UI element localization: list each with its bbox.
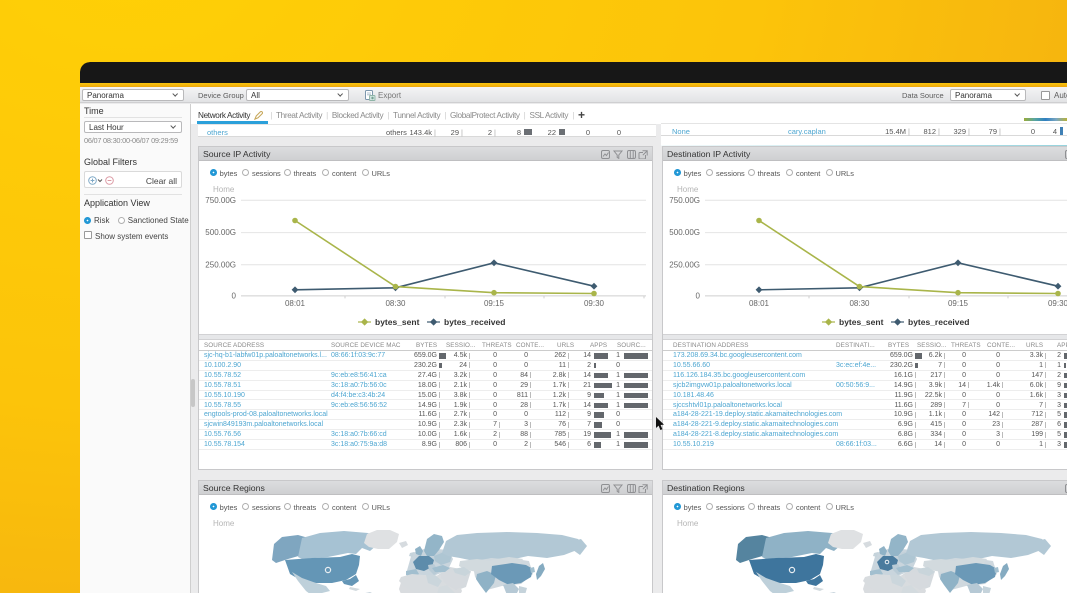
svg-text:09:30: 09:30 — [1048, 299, 1067, 308]
svg-text:500.00G: 500.00G — [205, 228, 236, 237]
svg-text:bytes_sent: bytes_sent — [839, 317, 884, 327]
svg-text:250.00G: 250.00G — [669, 260, 700, 269]
svg-text:750.00G: 750.00G — [205, 196, 236, 205]
svg-text:0: 0 — [696, 291, 701, 300]
svg-text:0: 0 — [232, 291, 237, 300]
svg-text:08:30: 08:30 — [385, 299, 406, 308]
svg-text:bytes_sent: bytes_sent — [375, 317, 420, 327]
svg-text:250.00G: 250.00G — [205, 260, 236, 269]
svg-text:09:15: 09:15 — [948, 299, 969, 308]
svg-text:09:15: 09:15 — [484, 299, 505, 308]
svg-text:bytes_received: bytes_received — [444, 317, 505, 327]
svg-text:750.00G: 750.00G — [669, 196, 700, 205]
svg-text:08:30: 08:30 — [849, 299, 870, 308]
svg-text:09:30: 09:30 — [584, 299, 605, 308]
svg-text:08:01: 08:01 — [749, 299, 770, 308]
svg-text:bytes_received: bytes_received — [908, 317, 969, 327]
svg-text:08:01: 08:01 — [285, 299, 306, 308]
svg-text:500.00G: 500.00G — [669, 228, 700, 237]
